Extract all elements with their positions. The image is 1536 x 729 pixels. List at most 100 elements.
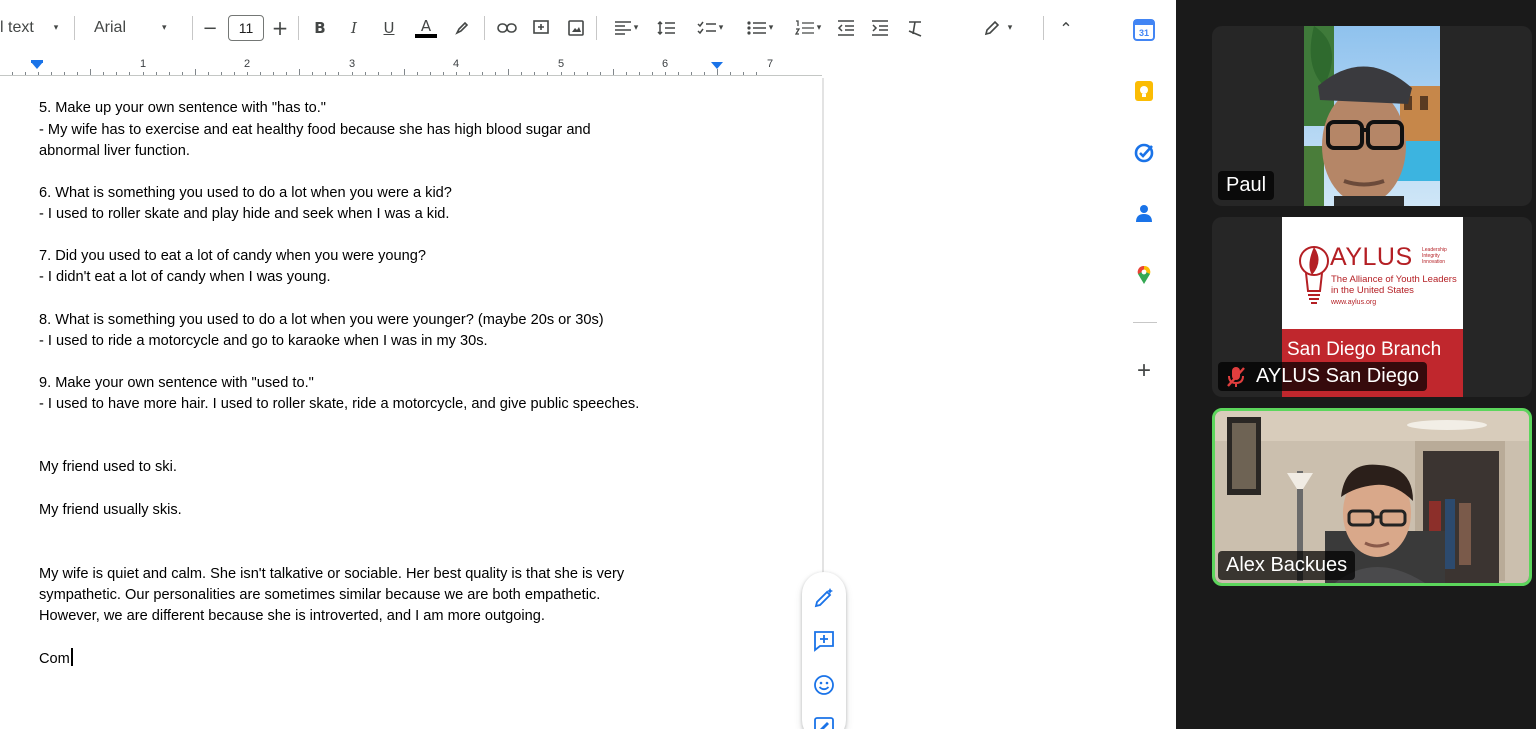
ruler-number: 4: [453, 58, 460, 70]
participant-video: [1304, 26, 1440, 206]
italic-button[interactable]: I: [344, 14, 364, 42]
doc-line: abnormal liver function.: [39, 143, 190, 159]
participant-tile-aylus[interactable]: AYLUS Leadership Integrity Innovation Th…: [1212, 217, 1532, 397]
ruler-tick: [665, 72, 666, 75]
doc-line-current: Com: [39, 648, 73, 669]
calendar-icon[interactable]: 31: [1133, 19, 1155, 41]
align-dropdown[interactable]: ▾: [608, 14, 644, 42]
text-cursor: [70, 648, 73, 666]
emoji-reaction-icon[interactable]: [812, 673, 836, 697]
ruler-tick: [286, 72, 287, 75]
ruler-tick: [743, 72, 744, 75]
ruler-tick: [456, 72, 457, 75]
keep-icon[interactable]: [1133, 80, 1155, 102]
ruler-number: 3: [349, 58, 356, 70]
ruler-tick: [600, 72, 601, 75]
doc-line: sympathetic. Our personalities are somet…: [39, 587, 601, 603]
editing-mode-dropdown[interactable]: ▾: [976, 14, 1020, 42]
ruler-tick: [652, 72, 653, 75]
doc-line: My wife is quiet and calm. She isn't tal…: [39, 566, 625, 582]
ruler-tick: [90, 69, 91, 75]
font-family-label: Arial: [94, 19, 127, 36]
paragraph-style-label: l text: [0, 19, 34, 36]
toolbar-divider: [298, 16, 299, 40]
add-comment-icon[interactable]: [530, 14, 552, 42]
ruler-tick: [208, 72, 209, 75]
ruler-tick: [325, 72, 326, 75]
tasks-icon[interactable]: [1133, 142, 1155, 164]
ruler-tick: [391, 72, 392, 75]
increase-font-size-button[interactable]: +: [270, 14, 290, 42]
bulleted-list-dropdown[interactable]: ▾: [740, 14, 780, 42]
ruler-tick: [691, 72, 692, 75]
line-spacing-icon[interactable]: [654, 14, 678, 42]
font-family-dropdown[interactable]: Arial ▾: [94, 14, 186, 42]
horizontal-ruler[interactable]: 1 2 3 4 5 6 7: [0, 58, 1100, 78]
left-indent-marker[interactable]: [31, 62, 43, 69]
participant-tile-alex-backues[interactable]: Alex Backues: [1212, 408, 1532, 586]
decrease-font-size-button[interactable]: −: [200, 14, 220, 42]
ruler-tick: [312, 72, 313, 75]
ruler-tick: [25, 72, 26, 75]
floating-action-menu: [802, 572, 846, 729]
chevron-down-icon: ▾: [768, 23, 774, 33]
ruler-tick: [613, 69, 614, 75]
bold-button[interactable]: B: [310, 14, 330, 42]
ruler-tick: [260, 72, 261, 75]
checklist-dropdown[interactable]: ▾: [690, 14, 730, 42]
ruler-tick: [273, 72, 274, 75]
ruler-tick: [443, 72, 444, 75]
increase-indent-icon[interactable]: [869, 14, 891, 42]
doc-line: - I didn't eat a lot of candy when I was…: [39, 269, 331, 285]
insert-image-icon[interactable]: [565, 14, 587, 42]
paragraph-style-dropdown[interactable]: l text ▾: [0, 14, 66, 42]
chevron-down-icon: ▾: [1007, 23, 1013, 33]
calendar-day: 31: [1139, 28, 1149, 38]
contacts-icon[interactable]: [1133, 202, 1155, 224]
muted-microphone-icon: [1226, 366, 1246, 388]
ruler-tick: [495, 72, 496, 75]
insert-link-icon[interactable]: [496, 14, 518, 42]
aylus-subtitle: The Alliance of Youth Leaders in the Uni…: [1331, 274, 1457, 296]
suggest-edits-icon[interactable]: [812, 715, 836, 729]
doc-line: - I used to have more hair. I used to ro…: [39, 396, 640, 412]
font-size-input[interactable]: 11: [228, 15, 264, 41]
clear-formatting-icon[interactable]: [904, 14, 926, 42]
collapse-menus-button[interactable]: ⌃: [1056, 14, 1076, 42]
right-indent-marker[interactable]: [711, 62, 723, 69]
participant-tile-paul[interactable]: Paul: [1212, 26, 1532, 206]
highlighter-icon[interactable]: [452, 14, 472, 42]
ruler-tick: [103, 72, 104, 75]
checklist-icon: [697, 21, 716, 35]
maps-icon[interactable]: [1133, 263, 1155, 285]
participant-name: AYLUS San Diego: [1256, 365, 1420, 387]
numbered-list-dropdown[interactable]: ▾: [788, 14, 828, 42]
ruler-tick: [547, 72, 548, 75]
text-color-button[interactable]: A: [414, 14, 438, 42]
ruler-number: 5: [558, 58, 565, 70]
text-color-swatch: [415, 34, 437, 38]
ruler-tick: [678, 72, 679, 75]
get-add-ons-button[interactable]: +: [1133, 357, 1155, 384]
toolbar-divider: [1043, 16, 1044, 40]
doc-line: - I used to ride a motorcycle and go to …: [39, 333, 488, 349]
underline-button[interactable]: U: [379, 14, 399, 42]
ruler-tick: [417, 72, 418, 75]
docs-editor: l text ▾ Arial ▾ − 11 + B I U A ▾ ▾ ▾ ▾ …: [0, 0, 1176, 729]
ruler-tick: [221, 72, 222, 75]
ruler-tick: [129, 72, 130, 75]
decrease-indent-icon[interactable]: [835, 14, 857, 42]
ruler-tick: [639, 72, 640, 75]
chevron-down-icon: ▾: [816, 23, 822, 33]
ruler-tick: [51, 72, 52, 75]
ruler-tick: [64, 72, 65, 75]
ruler-tick: [730, 72, 731, 75]
doc-line: - I used to roller skate and play hide a…: [39, 206, 450, 222]
bulleted-list-icon: [747, 21, 766, 35]
ruler-tick: [182, 72, 183, 75]
current-line-text: Com: [39, 651, 70, 667]
ruler-tick: [717, 69, 718, 75]
help-me-write-icon[interactable]: [812, 586, 836, 610]
doc-line: 6. What is something you used to do a lo…: [39, 185, 452, 201]
add-comment-icon[interactable]: [812, 629, 836, 653]
